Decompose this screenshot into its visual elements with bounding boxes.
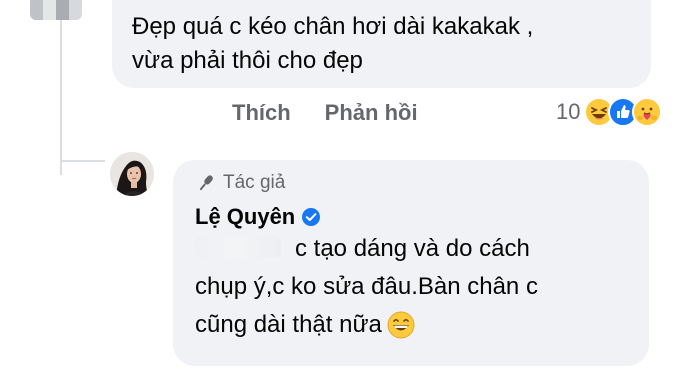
reaction-count: 10 [556,99,581,124]
microphone-icon [199,175,213,191]
verified-badge-icon [302,208,321,226]
comment-bubble: Đẹp quá c kéo chân hơi dài kakakak , vừa… [112,0,651,88]
comment-actions: Thích Phản hồi [232,96,452,130]
like-link[interactable]: Thích [232,100,291,126]
reply-text-line-3: cũng dài thật nữa [195,311,382,338]
author-avatar[interactable] [110,152,154,196]
author-name[interactable]: Lệ Quyên [195,204,295,230]
author-badge: Tác giả [195,172,285,194]
care-emoji-icon [632,97,663,127]
grinning-emoji-icon [387,311,415,339]
blurred-mention [195,236,281,258]
author-name-row: Lệ Quyên [195,204,321,230]
comment-text-line-1: Đẹp quá c kéo chân hơi dài kakakak , [132,13,534,40]
reply-link[interactable]: Phản hồi [325,100,418,126]
thread-line [60,0,62,175]
avatar-image [30,0,82,20]
reply-bubble: Tác giả Lệ Quyên c tạo dáng và do cách c… [173,160,649,366]
avatar-portrait-image [110,152,154,196]
reaction-summary[interactable]: 10 [556,95,663,129]
comment-text-line-2: vừa phải thôi cho đẹp [132,47,363,74]
reply-text-line-3-row: cũng dài thật nữa [195,310,416,340]
commenter-avatar[interactable] [0,0,82,20]
author-badge-label: Tác giả [223,172,286,193]
reply-text-line-2: chụp ý,c ko sửa đâu.Bàn chân c [195,273,538,300]
reply-text-line-1: c tạo dáng và do cách [295,235,530,262]
thread-branch-line [60,160,105,162]
